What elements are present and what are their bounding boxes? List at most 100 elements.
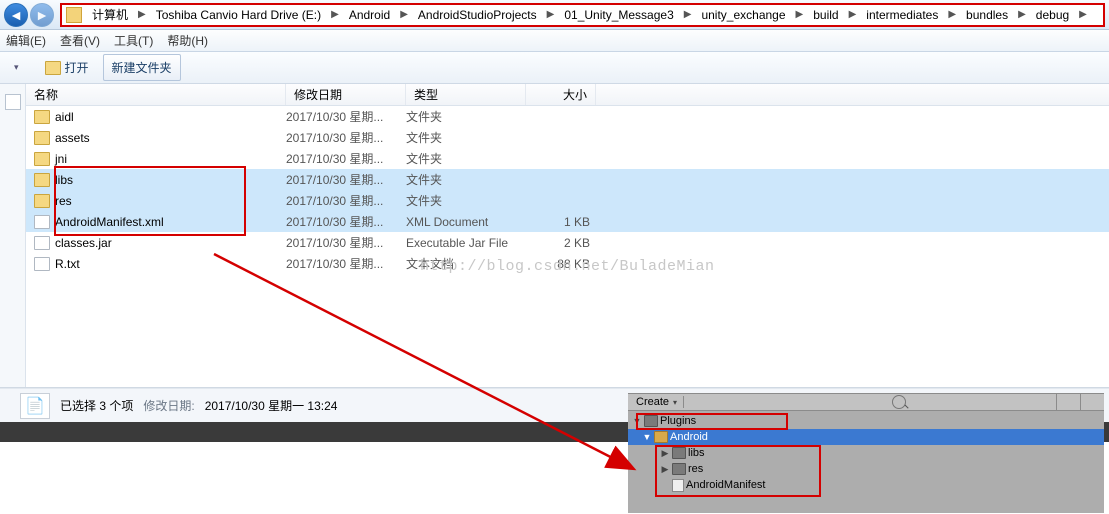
- chevron-right-icon[interactable]: ▶: [944, 9, 960, 20]
- lock-icon[interactable]: [1080, 394, 1104, 410]
- menu-bar: 编辑(E) 查看(V) 工具(T) 帮助(H): [0, 30, 1109, 52]
- breadcrumb-item[interactable]: Toshiba Canvio Hard Drive (E:): [150, 5, 327, 25]
- tree-res[interactable]: ▶ res: [628, 461, 1104, 477]
- tree-libs[interactable]: ▶ libs: [628, 445, 1104, 461]
- breadcrumb-item[interactable]: bundles: [960, 5, 1014, 25]
- status-value: 2017/10/30 星期一 13:24: [205, 397, 338, 414]
- chevron-right-icon[interactable]: ▶: [327, 9, 343, 20]
- chevron-right-icon[interactable]: ▶: [1014, 9, 1030, 20]
- chevron-right-icon[interactable]: ▶: [792, 9, 808, 20]
- col-size[interactable]: 大小: [526, 84, 596, 105]
- table-row[interactable]: libs 2017/10/30 星期...文件夹: [26, 169, 1109, 190]
- folder-icon: [672, 463, 686, 475]
- file-type: XML Document: [406, 215, 526, 229]
- folder-icon: [654, 431, 668, 443]
- breadcrumb-item[interactable]: unity_exchange: [695, 5, 791, 25]
- file-name: res: [55, 194, 72, 208]
- file-date: 2017/10/30 星期...: [286, 213, 406, 230]
- forward-button[interactable]: ►: [30, 3, 54, 27]
- breadcrumb-item[interactable]: build: [807, 5, 844, 25]
- open-label: 打开: [65, 59, 89, 76]
- breadcrumb-item[interactable]: intermediates: [860, 5, 944, 25]
- disclosure-triangle-icon[interactable]: ▶: [660, 464, 670, 475]
- folder-icon: [644, 415, 658, 427]
- folder-icon: [34, 173, 50, 187]
- breadcrumb-item[interactable]: 01_Unity_Message3: [558, 5, 679, 25]
- rows: aidl2017/10/30 星期...文件夹 assets 2017/10/30 …: [26, 106, 1109, 387]
- disclosure-triangle-icon[interactable]: ▼: [632, 416, 642, 426]
- open-button[interactable]: 打开: [37, 55, 97, 80]
- file-date: 2017/10/30 星期...: [286, 108, 406, 125]
- file-type: 文件夹: [406, 192, 526, 209]
- folder-open-icon: [45, 61, 61, 75]
- search-icon[interactable]: [892, 395, 906, 409]
- file-date: 2017/10/30 星期...: [286, 171, 406, 188]
- col-name[interactable]: 名称: [26, 84, 286, 105]
- new-folder-button[interactable]: 新建文件夹: [103, 54, 181, 81]
- create-button[interactable]: Create: [628, 396, 684, 408]
- disclosure-triangle-icon[interactable]: ▼: [642, 432, 652, 442]
- folder-icon: [34, 110, 50, 124]
- column-headers: 名称 修改日期 类型 大小: [26, 84, 1109, 106]
- menu-tools[interactable]: 工具(T): [114, 32, 153, 49]
- chevron-right-icon[interactable]: ▶: [543, 9, 559, 20]
- chevron-right-icon[interactable]: ▶: [680, 9, 696, 20]
- computer-icon: [66, 7, 82, 23]
- chevron-right-icon[interactable]: ▶: [134, 9, 150, 20]
- table-row[interactable]: res2017/10/30 星期...文件夹: [26, 190, 1109, 211]
- file-type: Executable Jar File: [406, 236, 526, 250]
- menu-help[interactable]: 帮助(H): [167, 32, 208, 49]
- tree-libs-label: libs: [688, 447, 705, 459]
- chevron-right-icon[interactable]: ▶: [845, 9, 861, 20]
- txt-icon: [34, 257, 50, 271]
- file-type: 文件夹: [406, 108, 526, 125]
- unity-tool-icon[interactable]: [687, 394, 703, 410]
- organize-dropdown[interactable]: [2, 57, 31, 79]
- col-type-label: 类型: [414, 86, 438, 103]
- status-label: 修改日期:: [143, 397, 194, 414]
- chevron-right-icon[interactable]: ▶: [1075, 9, 1091, 20]
- file-date: 2017/10/30 星期...: [286, 129, 406, 146]
- col-name-label: 名称: [34, 86, 58, 103]
- breadcrumb[interactable]: 计算机 ▶ Toshiba Canvio Hard Drive (E:)▶And…: [60, 3, 1105, 27]
- table-row[interactable]: assets2017/10/30 星期...文件夹: [26, 127, 1109, 148]
- col-date[interactable]: 修改日期: [286, 84, 406, 105]
- file-type: 文件夹: [406, 171, 526, 188]
- unity-toolbar: Create: [628, 394, 1104, 411]
- folder-icon: [34, 152, 50, 166]
- table-row[interactable]: jni2017/10/30 星期...文件夹: [26, 148, 1109, 169]
- favorite-icon[interactable]: [1056, 394, 1080, 410]
- side-strip: [0, 84, 26, 387]
- chevron-right-icon[interactable]: ▶: [396, 9, 412, 20]
- status-count: 已选择 3 个项: [60, 397, 133, 414]
- side-icon[interactable]: [5, 94, 21, 110]
- breadcrumb-item[interactable]: debug: [1030, 5, 1075, 25]
- tree-android-label: Android: [670, 431, 708, 443]
- table-row[interactable]: classes.jar2017/10/30 星期...Executable Ja…: [26, 232, 1109, 253]
- main-area: 名称 修改日期 类型 大小 aidl2017/10/30 星期...文件夹 ass…: [0, 84, 1109, 388]
- table-row[interactable]: aidl2017/10/30 星期...文件夹: [26, 106, 1109, 127]
- tree-android[interactable]: ▼ Android: [628, 429, 1104, 445]
- file-name: libs: [55, 173, 73, 187]
- col-type[interactable]: 类型: [406, 84, 526, 105]
- hierarchy-tree: ▼ Plugins ▼ Android ▶ libs ▶ res Android…: [628, 411, 1104, 495]
- back-button[interactable]: ◄: [4, 3, 28, 27]
- toolbar: 打开 新建文件夹: [0, 52, 1109, 84]
- file-date: 2017/10/30 星期...: [286, 150, 406, 167]
- tree-manifest[interactable]: AndroidManifest: [628, 477, 1104, 493]
- breadcrumb-item[interactable]: Android: [343, 5, 396, 25]
- table-row[interactable]: AndroidManifest.xml2017/10/30 星期...XML D…: [26, 211, 1109, 232]
- folder-icon: [34, 131, 50, 145]
- file-icon: [34, 215, 50, 229]
- file-name: jni: [55, 152, 67, 166]
- tree-plugins[interactable]: ▼ Plugins: [628, 413, 1104, 429]
- menu-view[interactable]: 查看(V): [60, 32, 100, 49]
- file-name: classes.jar: [55, 236, 112, 250]
- breadcrumb-item[interactable]: AndroidStudioProjects: [412, 5, 543, 25]
- menu-edit[interactable]: 编辑(E): [6, 32, 46, 49]
- file-name: assets: [55, 131, 90, 145]
- file-name: R.txt: [55, 257, 80, 271]
- breadcrumb-root[interactable]: 计算机: [86, 5, 134, 25]
- file-icon: [672, 479, 684, 492]
- disclosure-triangle-icon[interactable]: ▶: [660, 448, 670, 459]
